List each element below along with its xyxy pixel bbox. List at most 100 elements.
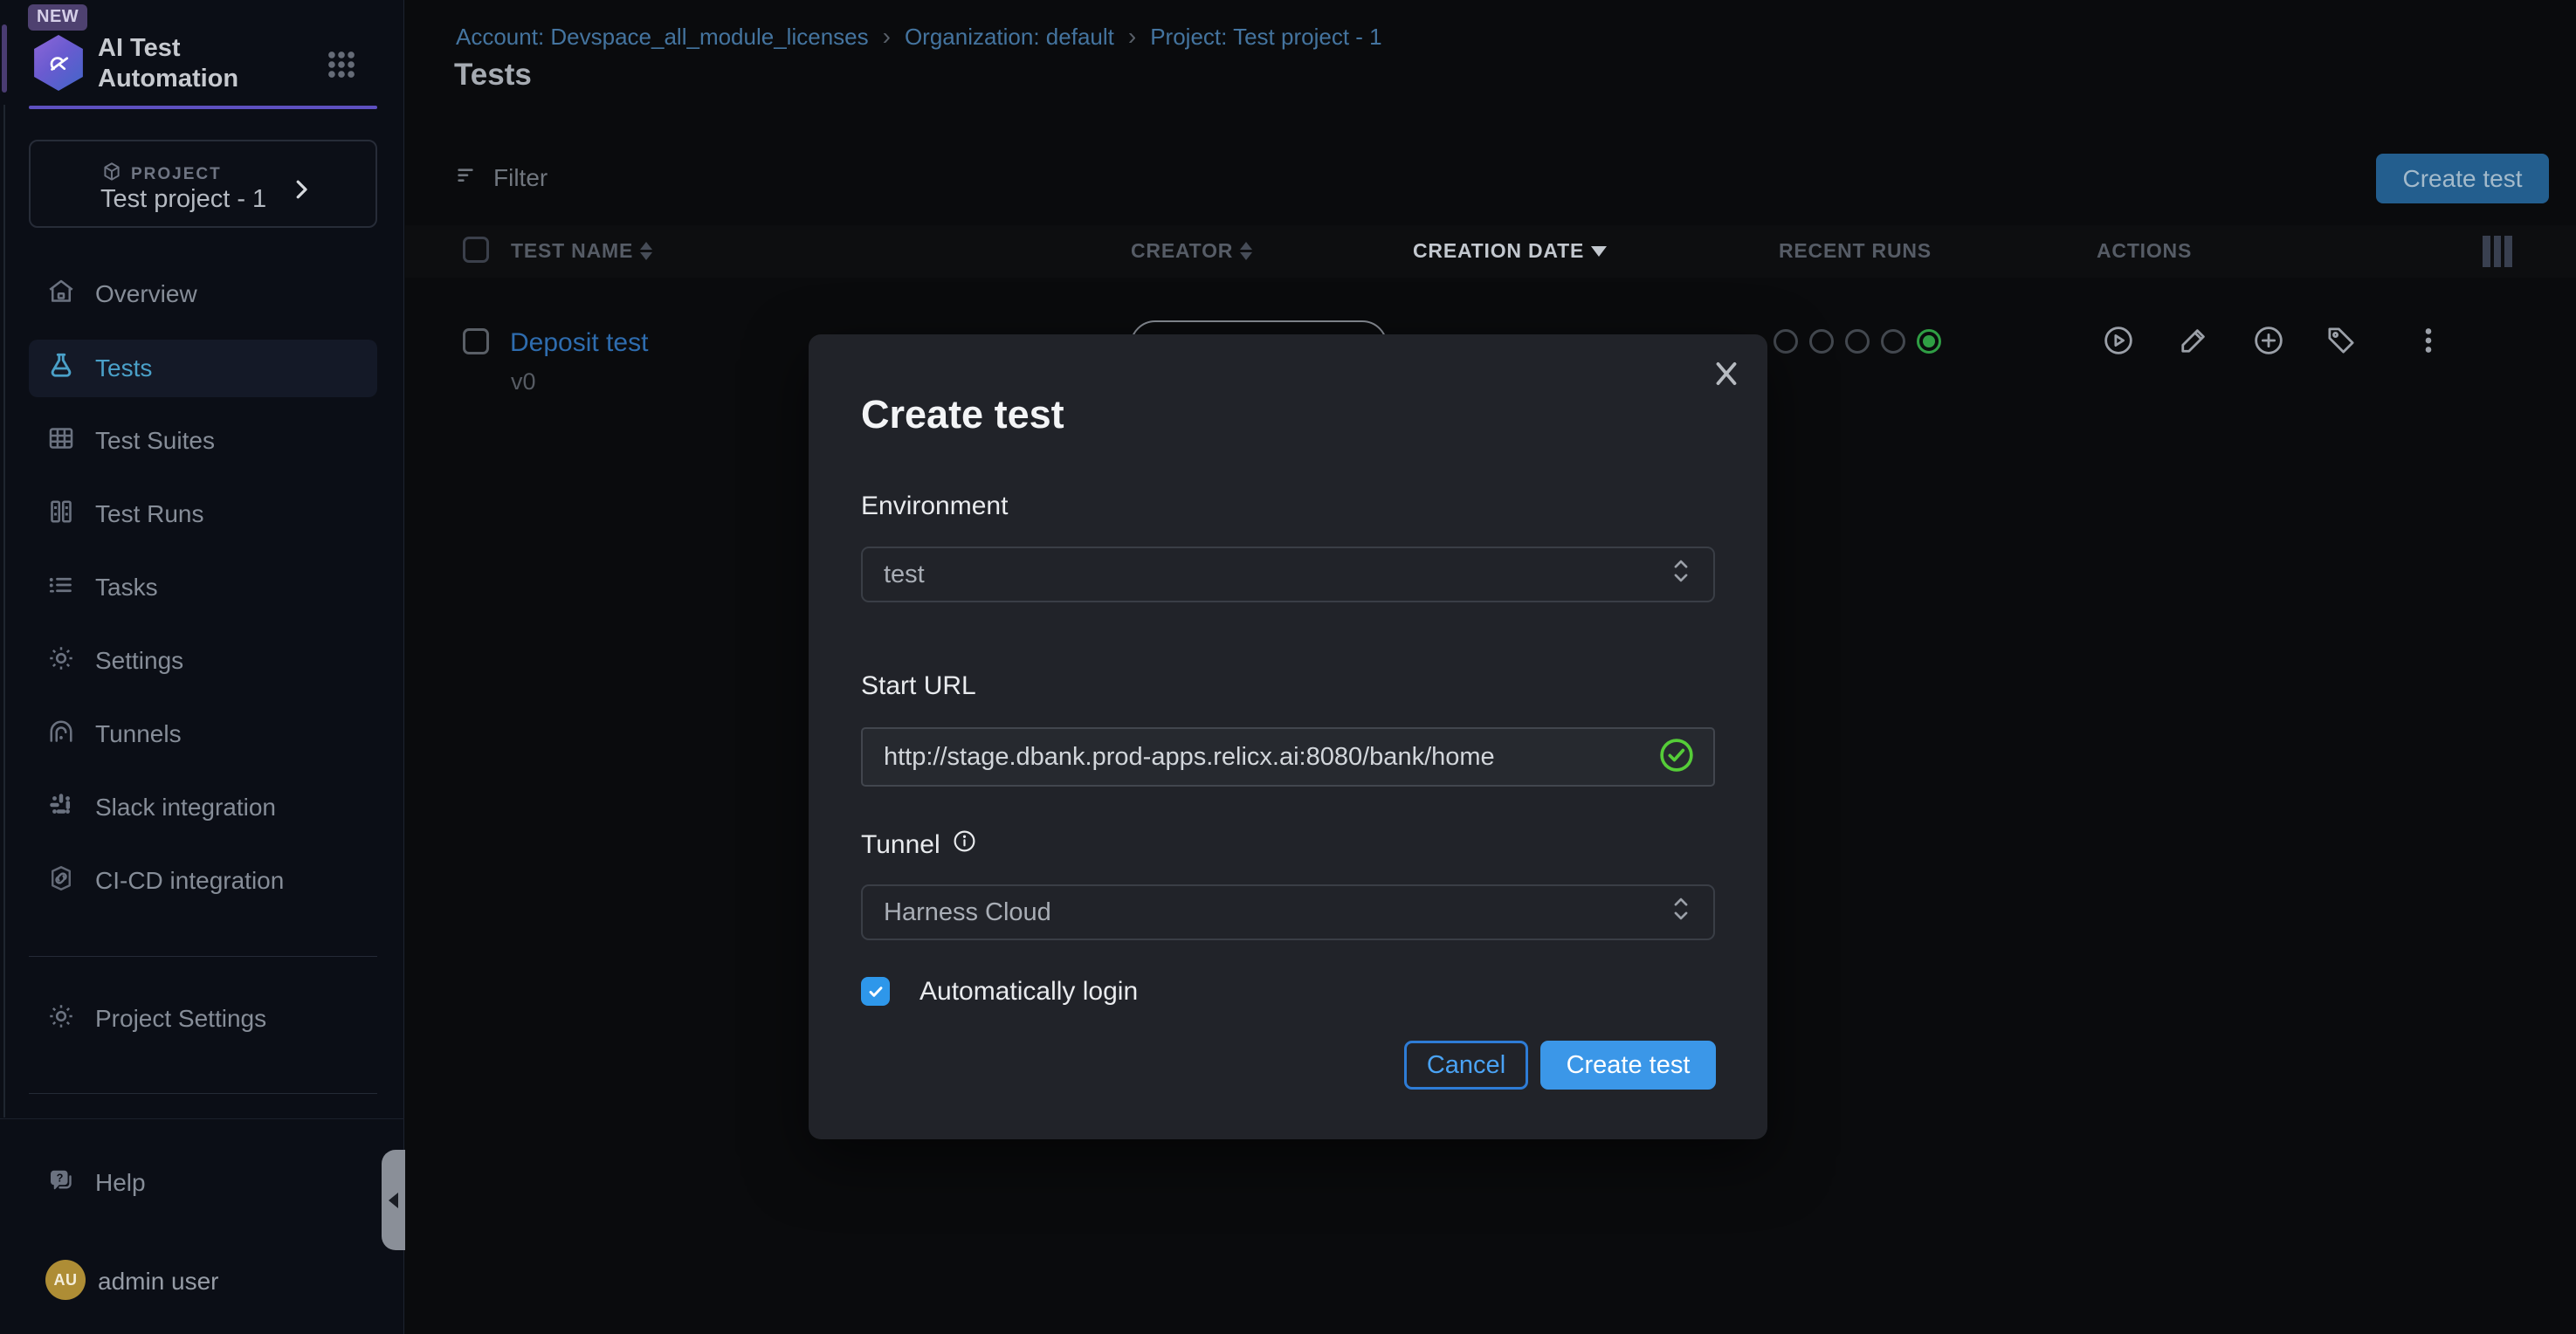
add-to-suite-icon[interactable] [2250,322,2287,359]
sidebar: NEW AI Test Automation [0,0,404,1334]
check-icon [866,982,885,1001]
sidebar-item-tests[interactable]: Tests [29,340,377,397]
chevron-separator: › [1128,23,1136,51]
create-test-submit-button[interactable]: Create test [1540,1041,1716,1090]
select-all-checkbox[interactable] [463,237,489,263]
tunnel-icon [45,716,77,753]
app-window: NEW AI Test Automation [0,0,2576,1334]
sidebar-item-tasks[interactable]: Tasks [29,559,377,616]
sidebar-item-label: Slack integration [95,794,276,822]
sidebar-item-tunnels[interactable]: Tunnels [29,705,377,763]
user-avatar[interactable]: AU [45,1260,86,1300]
auto-login-label: Automatically login [920,977,1138,1007]
project-label: PROJECT [131,165,222,184]
sidebar-item-label: Test Suites [95,427,215,455]
row-checkbox[interactable] [463,328,489,354]
sidebar-item-label: Tests [95,354,152,382]
test-version: v0 [511,368,536,395]
more-options-icon[interactable] [2410,322,2447,359]
environment-select[interactable]: test [861,547,1715,602]
sidebar-collapse-handle[interactable] [382,1150,405,1250]
app-logo-icon[interactable] [31,35,86,91]
help-chat-icon: ? [45,1165,77,1202]
select-chevrons-icon [1670,556,1692,593]
sidebar-item-label: Tunnels [95,720,182,748]
page-title: Tests [454,58,532,93]
sidebar-item-test-runs[interactable]: Test Runs [29,485,377,543]
column-header-test-name[interactable]: TEST NAME [511,239,652,263]
create-test-modal: Create test Environment test Start URL T… [809,334,1767,1139]
svg-text:?: ? [57,1171,64,1184]
sidebar-item-settings[interactable]: Settings [29,632,377,690]
sidebar-item-project-settings[interactable]: Project Settings [29,990,377,1048]
sidebar-item-label: Overview [95,280,197,308]
sidebar-item-label: Help [95,1169,146,1197]
link-icon [45,863,77,900]
auto-login-checkbox[interactable] [861,977,890,1006]
sidebar-item-slack-integration[interactable]: Slack integration [29,779,377,836]
collapse-left-icon [389,1193,398,1208]
breadcrumb: Account: Devspace_all_module_licenses › … [456,23,1382,51]
modal-title: Create test [861,392,1064,437]
breadcrumb-org-link[interactable]: Organization: default [905,24,1114,51]
sidebar-item-overview[interactable]: Overview [29,265,377,323]
filter-label: Filter [493,164,548,192]
chevron-right-icon [288,176,314,207]
tunnel-select[interactable]: Harness Cloud [861,884,1715,940]
grid-table-icon [45,423,77,460]
tag-icon[interactable] [2323,322,2359,359]
left-scrollbar-thumb[interactable] [2,24,7,93]
gear-icon [45,643,77,680]
sidebar-item-label: CI-CD integration [95,867,284,895]
filter-icon [453,161,481,195]
valid-check-icon [1657,736,1696,779]
chevron-separator: › [883,23,891,51]
info-icon[interactable] [952,829,977,861]
left-scrollbar-track [3,105,5,1117]
recent-run-dot-success[interactable] [1917,329,1941,354]
slack-icon [45,789,77,827]
environment-value: test [884,560,925,589]
sidebar-divider [29,956,377,957]
edit-test-icon[interactable] [2175,322,2212,359]
module-grid-icon[interactable] [325,48,358,81]
column-header-actions: ACTIONS [2097,239,2192,263]
recent-run-dot-empty [1845,329,1870,354]
project-selector[interactable]: PROJECT Test project - 1 [29,140,377,228]
run-test-icon[interactable] [2100,322,2137,359]
sidebar-item-test-suites[interactable]: Test Suites [29,412,377,470]
user-name[interactable]: admin user [98,1268,219,1296]
cube-icon [100,161,123,188]
home-icon [45,276,77,313]
breadcrumb-account-link[interactable]: Account: Devspace_all_module_licenses [456,24,869,51]
start-url-input[interactable] [884,743,1657,772]
sidebar-item-label: Test Runs [95,500,204,528]
breadcrumb-project-link[interactable]: Project: Test project - 1 [1150,24,1381,51]
sidebar-item-cicd-integration[interactable]: CI-CD integration [29,852,377,910]
tunnel-label: Tunnel [861,829,977,861]
environment-label: Environment [861,492,1008,521]
sort-desc-icon [1591,246,1607,257]
cancel-button[interactable]: Cancel [1404,1041,1528,1090]
close-icon[interactable] [1710,357,1743,390]
columns-board-icon [45,496,77,533]
sidebar-item-label: Project Settings [95,1005,266,1033]
recent-run-dot-empty [1774,329,1798,354]
filter-button[interactable]: Filter [453,161,548,195]
gear-icon [45,1000,77,1038]
sidebar-divider [29,1093,377,1094]
test-name-link[interactable]: Deposit test [510,328,648,358]
sort-icon [1240,242,1252,260]
column-header-creator[interactable]: CREATOR [1131,239,1252,263]
sidebar-item-label: Tasks [95,574,158,602]
app-title: AI Test Automation [98,33,238,94]
create-test-button-toolbar[interactable]: Create test [2376,154,2549,203]
new-badge: NEW [28,4,87,31]
sidebar-item-help[interactable]: ? Help [29,1154,377,1212]
brand-divider [29,106,377,109]
column-header-creation-date[interactable]: CREATION DATE [1413,239,1607,263]
task-list-icon [45,569,77,607]
sidebar-item-label: Settings [95,647,183,675]
start-url-field [861,727,1715,787]
column-settings-icon[interactable] [2483,236,2512,267]
